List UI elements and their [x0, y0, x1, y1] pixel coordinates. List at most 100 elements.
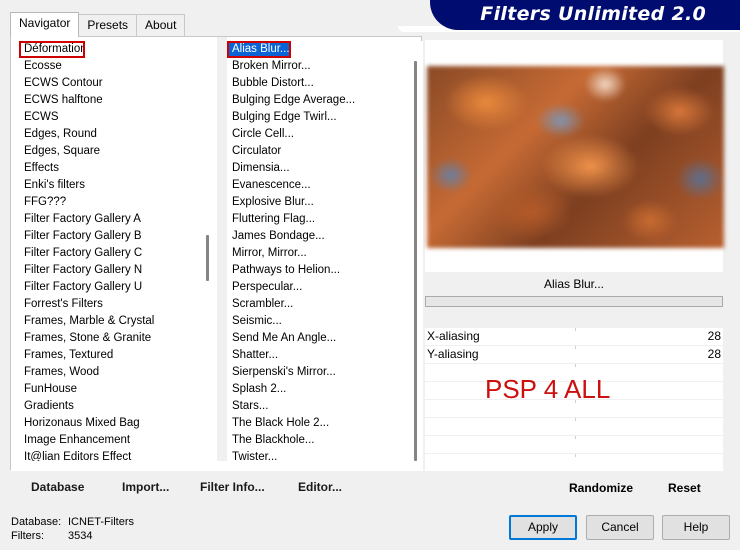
- filter-list-item[interactable]: Mirror, Mirror...: [227, 245, 411, 262]
- filter-list-item[interactable]: Evanescence...: [227, 177, 411, 194]
- category-list-item[interactable]: Frames, Wood: [19, 364, 201, 381]
- category-list-item[interactable]: Gradients: [19, 398, 201, 415]
- tab-presets[interactable]: Presets: [78, 14, 138, 36]
- category-list-item[interactable]: Edges, Square: [19, 143, 201, 160]
- param-row[interactable]: [425, 454, 723, 471]
- filter-list-item[interactable]: Pathways to Helion...: [227, 262, 411, 279]
- navigator-panel: Déformation Ecosse ECWS Contour ECWS halfto…: [10, 36, 423, 471]
- editor-button[interactable]: Editor...: [298, 480, 342, 494]
- list-gutter: [217, 37, 227, 469]
- param-label: X-aliasing: [427, 329, 480, 343]
- preview-panel: Alias Blur... X-aliasing 28 Y-aliasing 28 PS…: [424, 38, 724, 500]
- category-list-item[interactable]: Ecosse: [19, 58, 201, 75]
- filter-list-item[interactable]: Bubble Distort...: [227, 75, 411, 92]
- database-value: ICNET-Filters: [68, 516, 134, 528]
- filter-scroll-thumb[interactable]: [414, 61, 417, 461]
- database-button[interactable]: Database: [31, 480, 84, 494]
- category-list-item[interactable]: Frames, Stone & Granite: [19, 330, 201, 347]
- filters-label: Filters:: [11, 530, 44, 542]
- filter-list-item[interactable]: Broken Mirror...: [227, 58, 411, 75]
- cancel-button[interactable]: Cancel: [586, 515, 654, 540]
- category-list-item[interactable]: Effects: [19, 160, 201, 177]
- apply-button[interactable]: Apply: [509, 515, 577, 540]
- param-separator: [575, 454, 576, 457]
- preview-frame: [425, 40, 724, 272]
- tab-bar: Navigator Presets About: [10, 12, 186, 37]
- param-row[interactable]: [425, 436, 723, 453]
- footer-info: Database: ICNET-Filters Filters: 3534: [11, 515, 134, 543]
- category-list-item[interactable]: Forrest's Filters: [19, 296, 201, 313]
- filter-list-item[interactable]: Circle Cell...: [227, 126, 411, 143]
- filter-info-button[interactable]: Filter Info...: [200, 480, 265, 494]
- filter-list-item[interactable]: Send Me An Angle...: [227, 330, 411, 347]
- tab-navigator[interactable]: Navigator: [10, 12, 80, 37]
- app-banner: Filters Unlimited 2.0: [430, 0, 740, 30]
- params-list: X-aliasing 28 Y-aliasing 28 PSP 4 ALL: [425, 328, 723, 472]
- filter-list-item[interactable]: Fluttering Flag...: [227, 211, 411, 228]
- param-row[interactable]: Y-aliasing 28: [425, 346, 723, 363]
- filter-list-item[interactable]: The Blackhole...: [227, 432, 411, 449]
- category-list-item[interactable]: Enki's filters: [19, 177, 201, 194]
- category-list-item[interactable]: Déformation: [19, 41, 85, 58]
- filter-list-item[interactable]: Stars...: [227, 398, 411, 415]
- param-separator: [575, 346, 576, 349]
- filter-list: Alias Blur... Broken Mirror... Bubble Dist…: [227, 41, 411, 466]
- randomize-button[interactable]: Randomize: [569, 481, 633, 495]
- app-title: Filters Unlimited 2.0: [480, 3, 706, 25]
- param-row[interactable]: [425, 418, 723, 435]
- param-row[interactable]: X-aliasing 28: [425, 328, 723, 345]
- import-button[interactable]: Import...: [122, 480, 169, 494]
- filter-list-item[interactable]: Perspecular...: [227, 279, 411, 296]
- category-list-item[interactable]: Filter Factory Gallery A: [19, 211, 201, 228]
- category-list-item[interactable]: Filter Factory Gallery N: [19, 262, 201, 279]
- category-list-item[interactable]: Horizonaus Mixed Bag: [19, 415, 201, 432]
- param-value[interactable]: 28: [708, 346, 721, 363]
- filter-list-item[interactable]: Seismic...: [227, 313, 411, 330]
- category-scrollbar[interactable]: [201, 41, 215, 471]
- param-separator: [575, 418, 576, 421]
- param-separator: [575, 328, 576, 331]
- category-scroll-thumb[interactable]: [206, 235, 209, 281]
- param-separator: [575, 364, 576, 367]
- filters-value: 3534: [68, 530, 93, 542]
- filter-list-item[interactable]: Shatter...: [227, 347, 411, 364]
- filter-list-item[interactable]: Splash 2...: [227, 381, 411, 398]
- filter-scrollbar[interactable]: [409, 41, 423, 471]
- tab-about[interactable]: About: [136, 14, 186, 36]
- category-list-item[interactable]: Frames, Marble & Crystal: [19, 313, 201, 330]
- category-list-item[interactable]: Filter Factory Gallery B: [19, 228, 201, 245]
- filter-name-label: Alias Blur...: [543, 277, 605, 291]
- category-list-item[interactable]: Filter Factory Gallery U: [19, 279, 201, 296]
- list-clip: [11, 461, 423, 471]
- database-label: Database:: [11, 516, 62, 528]
- category-list-item[interactable]: ECWS Contour: [19, 75, 201, 92]
- preview-image: [427, 66, 724, 248]
- watermark-text: PSP 4 ALL: [485, 374, 611, 404]
- reset-button[interactable]: Reset: [668, 481, 701, 495]
- filter-list-item[interactable]: The Black Hole 2...: [227, 415, 411, 432]
- category-list-item[interactable]: ECWS: [19, 109, 201, 126]
- category-list-item[interactable]: FunHouse: [19, 381, 201, 398]
- navigator-toolbar: Database Import... Filter Info... Editor…: [10, 472, 422, 500]
- filter-list-item[interactable]: Scrambler...: [227, 296, 411, 313]
- param-separator: [575, 436, 576, 439]
- progress-bar: [425, 296, 723, 307]
- category-list-item[interactable]: Frames, Textured: [19, 347, 201, 364]
- category-list-item[interactable]: FFG???: [19, 194, 201, 211]
- category-list-item[interactable]: Filter Factory Gallery C: [19, 245, 201, 262]
- filter-list-item[interactable]: Sierpenski's Mirror...: [227, 364, 411, 381]
- category-list-item[interactable]: Edges, Round: [19, 126, 201, 143]
- category-list-item[interactable]: Image Enhancement: [19, 432, 201, 449]
- filter-list-item[interactable]: Circulator: [227, 143, 411, 160]
- help-button[interactable]: Help: [662, 515, 730, 540]
- category-list: Déformation Ecosse ECWS Contour ECWS halfto…: [19, 41, 201, 466]
- filter-list-item[interactable]: Bulging Edge Twirl...: [227, 109, 411, 126]
- filter-list-item[interactable]: Alias Blur...: [227, 41, 291, 58]
- param-label: Y-aliasing: [427, 347, 479, 361]
- filter-list-item[interactable]: Bulging Edge Average...: [227, 92, 411, 109]
- filter-list-item[interactable]: Explosive Blur...: [227, 194, 411, 211]
- filter-list-item[interactable]: Dimensia...: [227, 160, 411, 177]
- filter-list-item[interactable]: James Bondage...: [227, 228, 411, 245]
- category-list-item[interactable]: ECWS halftone: [19, 92, 201, 109]
- param-value[interactable]: 28: [708, 328, 721, 345]
